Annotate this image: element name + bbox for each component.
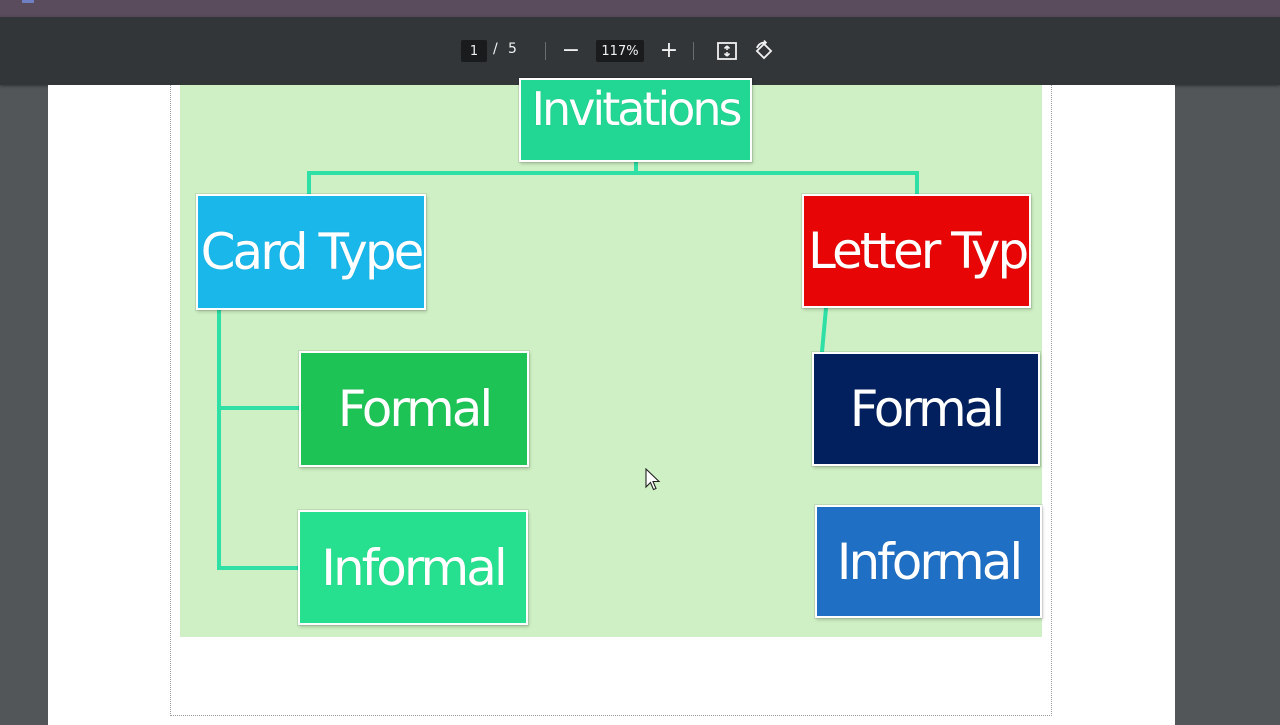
connector-letter-formal: [819, 305, 829, 355]
diagram-node-card-type: Card Type: [195, 193, 427, 311]
mouse-pointer-icon: [645, 468, 661, 491]
diagram-node-letter-informal: Informal: [814, 504, 1043, 619]
connector-root-card: [307, 160, 638, 198]
diagram-node-letter-type: Letter Type: [801, 193, 1032, 309]
diagram-node-letter-formal: Formal: [811, 351, 1041, 467]
diagram-node-invitations: Invitations: [518, 77, 753, 163]
diagram-node-card-formal: Formal: [298, 350, 530, 468]
connector-root-letter: [634, 171, 919, 198]
diagram-node-card-informal: Informal: [297, 509, 529, 626]
